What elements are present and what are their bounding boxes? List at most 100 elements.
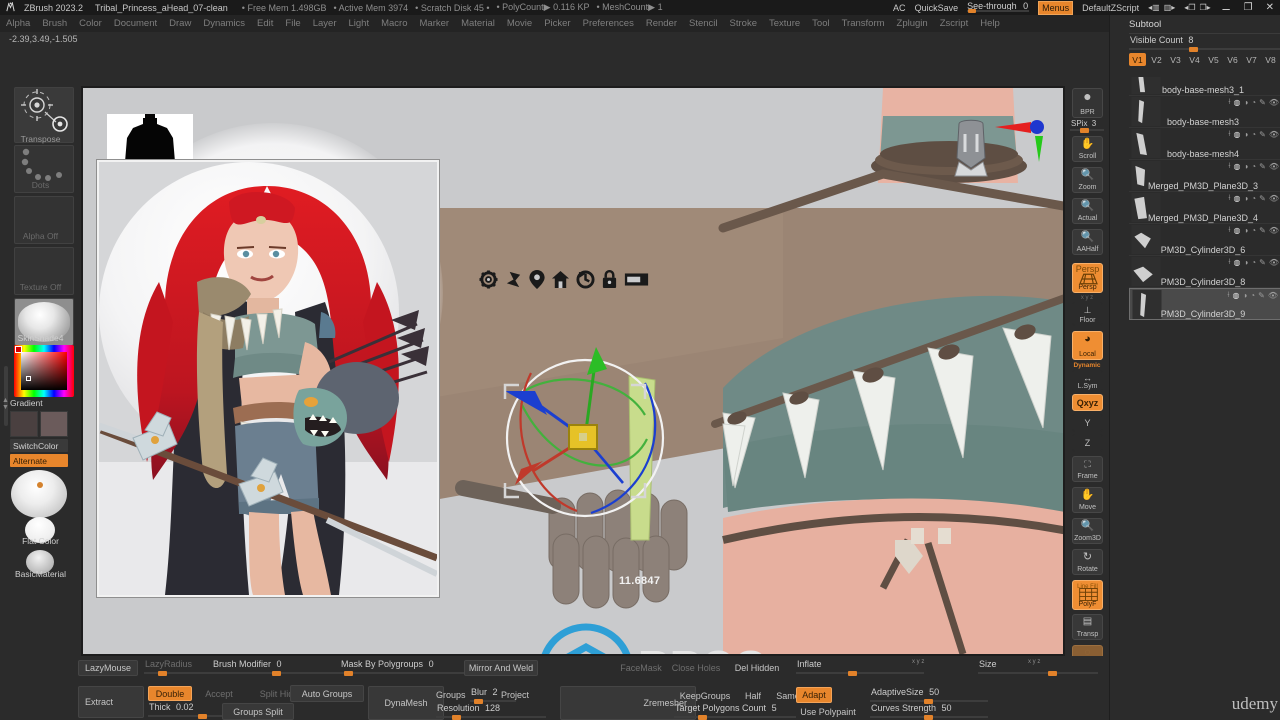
lock-icon[interactable]: [601, 270, 618, 289]
marker-icon[interactable]: [529, 270, 545, 289]
brush-modifier-slider[interactable]: Brush Modifier 0: [212, 659, 342, 676]
subtool-row-icons[interactable]: ⟊ ◍ ◑ ◔ ✎ 👁: [1228, 97, 1279, 107]
menu-item-tool[interactable]: Tool: [806, 18, 835, 29]
viewport-canvas[interactable]: 11.6847 RRCG 人人素材: [83, 88, 1063, 654]
next-script-icon[interactable]: ▥▸: [1164, 3, 1176, 12]
aahalf-button[interactable]: 🔍 AAHalf: [1072, 229, 1103, 255]
quarter-shade-icon[interactable]: ◔: [1251, 258, 1256, 267]
menu-item-layer[interactable]: Layer: [307, 18, 343, 29]
head-navigator-icon[interactable]: [947, 118, 995, 178]
adapt-button[interactable]: Adapt: [796, 687, 832, 703]
paint-icon[interactable]: ✎: [1259, 258, 1266, 267]
reset-icon[interactable]: [576, 270, 595, 289]
use-polypaint-button[interactable]: Use Polypaint: [793, 704, 863, 720]
menu-item-document[interactable]: Document: [108, 18, 163, 29]
current-color-swatch[interactable]: [10, 411, 38, 437]
menu-item-texture[interactable]: Texture: [763, 18, 806, 29]
load-config-icon[interactable]: ❐▸: [1199, 3, 1210, 12]
target-polygons-slider[interactable]: Target Polygons Count 5: [674, 703, 796, 720]
half-shade-icon[interactable]: ◑: [1243, 258, 1248, 267]
menu-item-dynamics[interactable]: Dynamics: [197, 18, 251, 29]
pin-subtool-icon[interactable]: ⟊: [1228, 161, 1230, 171]
subtool-row[interactable]: ⟊ ◍ ◑ ◔ ✎ 👁 Merged_PM3D_Plane3D_3: [1129, 160, 1280, 192]
scroll-button[interactable]: ✋ Scroll: [1072, 136, 1103, 162]
local-button[interactable]: ◕ Local: [1072, 331, 1103, 360]
menu-item-marker[interactable]: Marker: [414, 18, 456, 29]
menu-item-render[interactable]: Render: [640, 18, 683, 29]
pin-subtool-icon[interactable]: ⟊: [1228, 97, 1230, 107]
view-tab-v7[interactable]: V7: [1243, 53, 1260, 66]
face-mask-button[interactable]: FaceMask: [614, 660, 668, 676]
save-config-icon[interactable]: ◂❐: [1184, 3, 1195, 12]
subtool-row[interactable]: ⟊ ◍ ◑ ◔ ✎ 👁 body-base-mesh3: [1129, 96, 1280, 128]
eye-icon[interactable]: 👁: [1269, 130, 1279, 139]
half-shade-icon[interactable]: ◑: [1243, 194, 1248, 203]
menu-item-color[interactable]: Color: [73, 18, 108, 29]
visibility-toggle-icon[interactable]: ◍: [1233, 130, 1240, 139]
visibility-toggle-icon[interactable]: ◍: [1233, 194, 1240, 203]
minimize-button[interactable]: ⚊: [1220, 2, 1233, 13]
eye-icon[interactable]: 👁: [1269, 194, 1279, 203]
menu-item-macro[interactable]: Macro: [375, 18, 413, 29]
half-shade-icon[interactable]: ◑: [1242, 291, 1247, 300]
transp-button[interactable]: ▤ Transp: [1072, 614, 1103, 640]
half-shade-icon[interactable]: ◑: [1243, 130, 1248, 139]
view-tab-v5[interactable]: V5: [1205, 53, 1222, 66]
menu-item-stencil[interactable]: Stencil: [683, 18, 724, 29]
secondary-color-swatch[interactable]: [40, 411, 68, 437]
switch-color-button[interactable]: SwitchColor: [10, 439, 68, 452]
floor-button[interactable]: ⊥ Floor: [1072, 302, 1103, 326]
pin-subtool-icon[interactable]: ⟊: [1228, 129, 1230, 139]
see-through-slider[interactable]: See-through 0: [967, 1, 1030, 13]
move-3d-button[interactable]: ✋ Move: [1072, 487, 1103, 513]
auto-groups-button[interactable]: Auto Groups: [290, 685, 364, 702]
menu-item-stroke[interactable]: Stroke: [724, 18, 763, 29]
frame-button[interactable]: ⛶ Frame: [1072, 456, 1103, 482]
alternate-button[interactable]: Alternate: [10, 454, 68, 467]
gizmo-toolbar[interactable]: [479, 270, 649, 289]
subtool-row-icons[interactable]: ⟊ ◍ ◑ ◔ ✎ 👁: [1227, 290, 1278, 300]
half-shade-icon[interactable]: ◑: [1243, 162, 1248, 171]
spotlight-reference-image[interactable]: [97, 160, 439, 597]
groups-split-button[interactable]: Groups Split: [222, 703, 294, 720]
quarter-shade-icon[interactable]: ◔: [1251, 194, 1256, 203]
pin-icon[interactable]: [504, 270, 523, 289]
eye-icon[interactable]: 👁: [1269, 98, 1279, 107]
paint-icon[interactable]: ✎: [1259, 130, 1266, 139]
pin-subtool-icon[interactable]: ⟊: [1228, 257, 1230, 267]
subtool-row-icons[interactable]: ⟊ ◍ ◑ ◔ ✎ 👁: [1228, 193, 1279, 203]
view-tab-v1[interactable]: V1: [1129, 53, 1146, 66]
extract-button-bottom[interactable]: Extract: [78, 686, 144, 718]
close-holes-button[interactable]: Close Holes: [668, 660, 724, 676]
menu-item-transform[interactable]: Transform: [836, 18, 891, 29]
visibility-toggle-icon[interactable]: ◍: [1233, 98, 1240, 107]
subtool-row[interactable]: ⟊ ◍ ◑ ◔ ✎ 👁 body-base-mesh4: [1129, 128, 1280, 160]
gear-icon[interactable]: [479, 270, 498, 289]
paint-icon[interactable]: ✎: [1259, 194, 1266, 203]
ui-layout-icons[interactable]: ◂❐ ❐▸: [1184, 3, 1210, 12]
quarter-shade-icon[interactable]: ◔: [1250, 291, 1255, 300]
visible-count-slider[interactable]: Visible Count 8: [1129, 35, 1280, 52]
mirror-and-weld-button[interactable]: Mirror And Weld: [464, 660, 538, 676]
actual-size-button[interactable]: 🔍 Actual: [1072, 198, 1103, 224]
visibility-toggle-icon[interactable]: ◍: [1233, 258, 1240, 267]
material-preview-sphere[interactable]: [11, 470, 67, 518]
visibility-toggle-icon[interactable]: ◍: [1233, 162, 1240, 171]
left-tray-scrollbar[interactable]: [4, 366, 8, 426]
lazy-mouse-button[interactable]: LazyMouse: [78, 660, 138, 676]
menu-item-zplugin[interactable]: Zplugin: [891, 18, 934, 29]
double-button[interactable]: Double: [148, 686, 192, 701]
maximize-button[interactable]: ❐: [1242, 2, 1255, 13]
zoom3d-button[interactable]: 🔍 Zoom3D: [1072, 518, 1103, 544]
pin-subtool-icon[interactable]: ⟊: [1228, 193, 1230, 203]
eye-icon[interactable]: 👁: [1269, 226, 1279, 235]
eye-icon[interactable]: 👁: [1269, 162, 1279, 171]
subtool-row-icons[interactable]: ⟊ ◍ ◑ ◔ ✎ 👁: [1228, 129, 1279, 139]
zscript-nav-icons[interactable]: ◂▥ ▥▸: [1148, 3, 1175, 12]
view-tab-v6[interactable]: V6: [1224, 53, 1241, 66]
subtool-list[interactable]: ⟊◍◑◔✎👁body-base-mesh3_1⟊◍◑◔✎👁body-base-m…: [1129, 77, 1280, 324]
gizmo-3d[interactable]: [495, 343, 675, 533]
project-label[interactable]: Project: [501, 690, 529, 700]
dynamesh-button[interactable]: DynaMesh: [368, 686, 444, 720]
subtool-row[interactable]: ⟊ ◍ ◑ ◔ ✎ 👁 PM3D_Cylinder3D_6: [1129, 224, 1280, 256]
